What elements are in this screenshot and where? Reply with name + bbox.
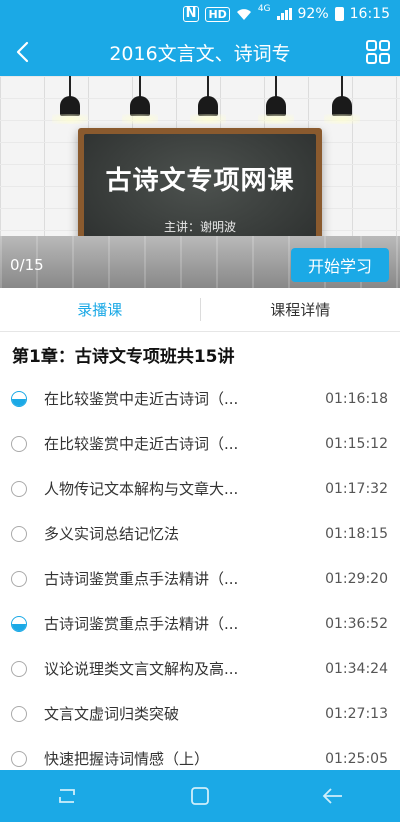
lesson-item[interactable]: 在比较鉴赏中走近古诗词（... 01:15:12 (0, 421, 400, 466)
lesson-duration: 01:25:05 (325, 750, 388, 767)
lesson-title: 在比较鉴赏中走近古诗词（... (44, 390, 239, 408)
status-bar: N HD 4G 92% 16:15 (0, 0, 400, 28)
lesson-title: 快速把握诗词情感（上） (44, 750, 210, 768)
nav-back-button[interactable] (303, 770, 363, 822)
start-learning-button[interactable]: 开始学习 (291, 248, 389, 282)
home-icon (191, 787, 209, 805)
progress-half-icon (11, 615, 27, 632)
lesson-duration: 01:17:32 (325, 480, 388, 497)
nfc-icon: N (182, 6, 200, 22)
home-button[interactable] (170, 770, 230, 822)
tab-recorded[interactable]: 录播课 (0, 288, 200, 331)
lamp-icon (324, 76, 360, 124)
tab-bar: 录播课 课程详情 (0, 288, 400, 332)
progress-half-icon (11, 390, 27, 407)
app-header: 2016文言文、诗词专 (0, 28, 400, 76)
lesson-title: 多义实词总结记忆法 (44, 525, 180, 543)
progress-count: 0/15 (10, 256, 44, 274)
wifi-icon (236, 8, 251, 20)
menu-button[interactable] (356, 28, 400, 76)
back-button[interactable] (0, 28, 44, 76)
chevron-left-icon (16, 41, 29, 63)
progress-empty-icon (11, 480, 27, 497)
lesson-title: 古诗词鉴赏重点手法精讲（... (44, 615, 239, 633)
lesson-item[interactable]: 人物传记文本解构与文章大... 01:17:32 (0, 466, 400, 511)
lesson-duration: 01:27:13 (325, 705, 388, 722)
chapter-title: 第1章：古诗文专项班共15讲 (12, 347, 235, 367)
system-nav-bar (0, 770, 400, 822)
battery-icon (334, 7, 344, 21)
lamp-icon (122, 76, 158, 124)
progress-empty-icon (11, 570, 27, 587)
lesson-title: 古诗词鉴赏重点手法精讲（... (44, 570, 239, 588)
recent-apps-button[interactable] (37, 770, 97, 822)
progress-empty-icon (11, 750, 27, 767)
lesson-title: 文言文虚词归类突破 (44, 705, 180, 723)
lamp-icon (52, 76, 88, 124)
signal-icon (276, 8, 292, 20)
progress-empty-icon (11, 525, 27, 542)
tab-course-details[interactable]: 课程详情 (201, 288, 400, 331)
board-title: 古诗文专项网课 (105, 166, 295, 196)
lesson-item[interactable]: 文言文虚词归类突破 01:27:13 (0, 691, 400, 736)
back-arrow-icon (323, 788, 343, 804)
lesson-item[interactable]: 议论说理类文言文解构及高... 01:34:24 (0, 646, 400, 691)
clock: 16:15 (349, 6, 390, 22)
progress-empty-icon (11, 435, 27, 452)
lesson-duration: 01:15:12 (325, 435, 388, 452)
lesson-item[interactable]: 古诗词鉴赏重点手法精讲（... 01:36:52 (0, 601, 400, 646)
progress-empty-icon (11, 705, 27, 722)
lesson-list: 在比较鉴赏中走近古诗词（... 01:16:18 在比较鉴赏中走近古诗词（...… (0, 376, 400, 781)
lesson-title: 在比较鉴赏中走近古诗词（... (44, 435, 239, 453)
lesson-duration: 01:16:18 (325, 390, 388, 407)
lesson-item[interactable]: 在比较鉴赏中走近古诗词（... 01:16:18 (0, 376, 400, 421)
lesson-duration: 01:36:52 (325, 615, 388, 632)
progress-empty-icon (11, 660, 27, 677)
lesson-duration: 01:18:15 (325, 525, 388, 542)
lesson-title: 议论说理类文言文解构及高... (44, 660, 239, 678)
lamp-icon (258, 76, 294, 124)
lesson-duration: 01:29:20 (325, 570, 388, 587)
lesson-title: 人物传记文本解构与文章大... (44, 480, 239, 498)
lesson-item[interactable]: 古诗词鉴赏重点手法精讲（... 01:29:20 (0, 556, 400, 601)
lesson-item[interactable]: 多义实词总结记忆法 01:18:15 (0, 511, 400, 556)
hd-voice-icon: HD (205, 6, 230, 22)
battery-percent: 92% (297, 6, 329, 22)
lesson-duration: 01:34:24 (325, 660, 388, 677)
page-title: 2016文言文、诗词专 (109, 42, 291, 65)
network-type-label: 4G (257, 4, 271, 14)
recent-apps-icon (58, 789, 75, 803)
grid-icon (366, 40, 390, 64)
lamp-icon (190, 76, 226, 124)
board-subtitle: 主讲：谢明波 (163, 220, 236, 234)
